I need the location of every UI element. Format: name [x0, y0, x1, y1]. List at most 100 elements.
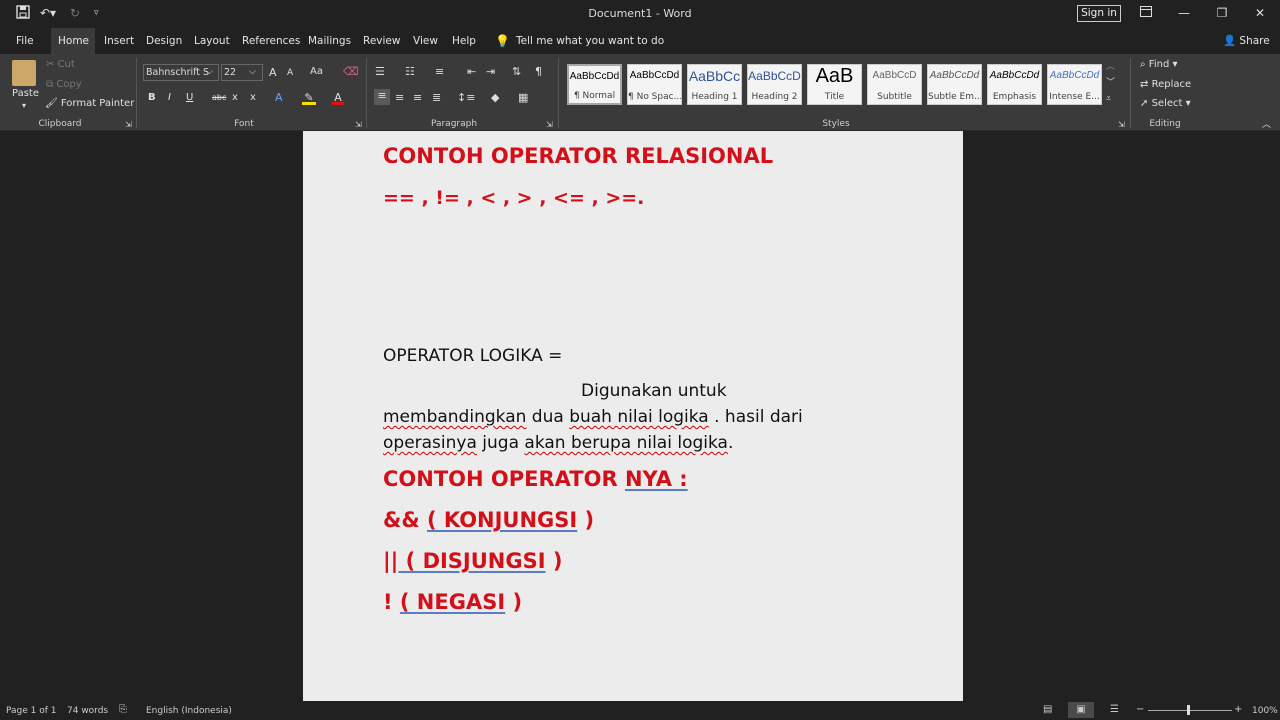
style-heading-1[interactable]: AaBbCc Heading 1: [687, 64, 742, 105]
ribbon-display-options-icon[interactable]: [1131, 3, 1161, 23]
cut-button[interactable]: ✂ Cut: [46, 59, 75, 70]
styles-more-icon[interactable]: ⩡: [1106, 92, 1111, 106]
style-intense-emphasis[interactable]: AaBbCcDd Intense E...: [1047, 64, 1102, 105]
grammar-flag-text: ( DISJUNGSI: [398, 549, 546, 573]
select-button[interactable]: ➚ Select ▾: [1140, 98, 1191, 109]
shading-icon[interactable]: ◆: [491, 91, 499, 105]
tab-layout[interactable]: Layout: [187, 28, 237, 54]
group-label-font: Font: [234, 119, 254, 129]
align-center-icon[interactable]: ≡: [395, 91, 404, 105]
or-operator-line: || ( DISJUNGSI ): [383, 549, 562, 573]
style-name: ¶ Normal: [573, 91, 616, 101]
style-emphasis[interactable]: AaBbCcDd Emphasis: [987, 64, 1042, 105]
share-button[interactable]: 👤 Share: [1216, 28, 1277, 54]
tab-references[interactable]: References: [235, 28, 307, 54]
heading-relasional: CONTOH OPERATOR RELASIONAL: [383, 144, 774, 168]
minimize-icon[interactable]: —: [1169, 3, 1199, 23]
sign-in-button[interactable]: Sign in: [1077, 5, 1121, 22]
text-effects-icon[interactable]: A: [275, 91, 283, 105]
copy-button[interactable]: ⧉ Copy: [46, 79, 82, 90]
styles-launcher-icon[interactable]: ⇲: [1118, 118, 1125, 132]
subscript-button[interactable]: x: [232, 92, 238, 103]
style-subtle-emphasis[interactable]: AaBbCcDd Subtle Em...: [927, 64, 982, 105]
strikethrough-button[interactable]: abc: [212, 93, 226, 102]
grow-font-button[interactable]: A: [269, 66, 277, 79]
paste-button[interactable]: Paste: [12, 88, 39, 99]
paragraph-launcher-icon[interactable]: ⇲: [546, 118, 553, 132]
tab-review[interactable]: Review: [356, 28, 407, 54]
clear-formatting-icon[interactable]: ⌫: [343, 65, 359, 79]
font-launcher-icon[interactable]: ⇲: [355, 118, 362, 132]
restore-icon[interactable]: ❐: [1207, 3, 1237, 23]
language-indicator[interactable]: English (Indonesia): [146, 706, 232, 716]
tab-view[interactable]: View: [406, 28, 445, 54]
align-left-icon[interactable]: ≡: [374, 89, 390, 105]
tab-mailings[interactable]: Mailings: [301, 28, 358, 54]
font-color-icon[interactable]: A: [332, 91, 344, 105]
tab-help[interactable]: Help: [445, 28, 483, 54]
grammar-flag-text: ( NEGASI: [399, 590, 506, 614]
tab-file[interactable]: File: [9, 28, 41, 54]
font-size-dropdown-icon[interactable]: ⌵: [249, 65, 256, 79]
style-title[interactable]: AaB Title: [807, 64, 862, 105]
style-name: ¶ No Spac...: [628, 92, 681, 102]
font-size-combo[interactable]: 22: [221, 64, 263, 81]
tab-design[interactable]: Design: [139, 28, 189, 54]
highlight-color-icon[interactable]: ✎: [302, 91, 316, 105]
text-run: ||: [383, 549, 399, 573]
read-mode-icon[interactable]: ▤: [1043, 704, 1052, 715]
style-no-spacing[interactable]: AaBbCcDd ¶ No Spac...: [627, 64, 682, 105]
bullets-icon[interactable]: ☰: [375, 65, 385, 79]
zoom-in-icon[interactable]: +: [1234, 704, 1242, 715]
web-layout-icon[interactable]: ☰: [1110, 704, 1119, 715]
paste-dropdown-icon[interactable]: ▾: [22, 101, 26, 110]
zoom-out-icon[interactable]: −: [1136, 704, 1144, 715]
style-subtitle[interactable]: AaBbCcD Subtitle: [867, 64, 922, 105]
sort-icon[interactable]: ⇅: [512, 65, 521, 79]
tab-home[interactable]: Home: [51, 28, 95, 54]
proofing-icon[interactable]: ⎘: [119, 704, 127, 715]
close-icon[interactable]: ✕: [1245, 3, 1275, 23]
collapse-ribbon-icon[interactable]: ︿: [1262, 118, 1271, 132]
word-count[interactable]: 74 words: [67, 706, 108, 716]
style-heading-2[interactable]: AaBbCcD Heading 2: [747, 64, 802, 105]
tab-insert[interactable]: Insert: [97, 28, 141, 54]
find-button[interactable]: ⌕ Find ▾: [1140, 59, 1178, 70]
person-icon: 👤: [1223, 35, 1237, 47]
paste-icon[interactable]: [12, 60, 36, 86]
change-case-button[interactable]: Aa: [310, 66, 323, 77]
multilevel-list-icon[interactable]: ≡: [435, 65, 444, 79]
tell-me-search[interactable]: Tell me what you want to do: [509, 28, 671, 54]
zoom-level[interactable]: 100%: [1252, 706, 1278, 716]
page-count[interactable]: Page 1 of 1: [6, 706, 57, 716]
show-formatting-icon[interactable]: ¶: [535, 65, 542, 79]
italic-button[interactable]: I: [168, 92, 171, 103]
format-painter-button[interactable]: 🖌 Format Painter: [45, 98, 134, 109]
line-spacing-icon[interactable]: ↕≡: [457, 91, 475, 105]
styles-scroll-down-icon[interactable]: ﹀: [1106, 76, 1115, 90]
numbering-icon[interactable]: ☷: [405, 65, 415, 79]
superscript-button[interactable]: x: [250, 92, 256, 103]
align-right-icon[interactable]: ≡: [413, 91, 422, 105]
decrease-indent-icon[interactable]: ⇤: [467, 65, 476, 79]
font-name-dropdown-icon[interactable]: ⌵: [206, 65, 213, 79]
replace-icon: ⇄: [1140, 79, 1149, 90]
borders-icon[interactable]: ▦: [518, 91, 528, 105]
separator: [558, 58, 559, 128]
and-operator-line: && ( KONJUNGSI ): [383, 508, 594, 532]
justify-icon[interactable]: ≣: [432, 91, 441, 105]
group-label-styles: Styles: [822, 119, 850, 129]
increase-indent-icon[interactable]: ⇥: [486, 65, 495, 79]
styles-scroll-up-icon[interactable]: ︿: [1106, 60, 1115, 74]
clipboard-launcher-icon[interactable]: ⇲: [125, 118, 132, 132]
underline-button[interactable]: U: [186, 92, 193, 103]
replace-button[interactable]: ⇄ Replace: [1140, 79, 1191, 90]
bold-button[interactable]: B: [148, 92, 156, 103]
zoom-slider[interactable]: [1148, 710, 1232, 711]
group-label-editing: Editing: [1149, 119, 1181, 129]
document-page[interactable]: CONTOH OPERATOR RELASIONAL == , != , < ,…: [303, 131, 963, 701]
style-normal[interactable]: AaBbCcDd ¶ Normal: [567, 64, 622, 105]
shrink-font-button[interactable]: A: [287, 68, 293, 78]
zoom-slider-thumb[interactable]: [1187, 705, 1190, 715]
print-layout-icon[interactable]: ▣: [1068, 702, 1094, 718]
